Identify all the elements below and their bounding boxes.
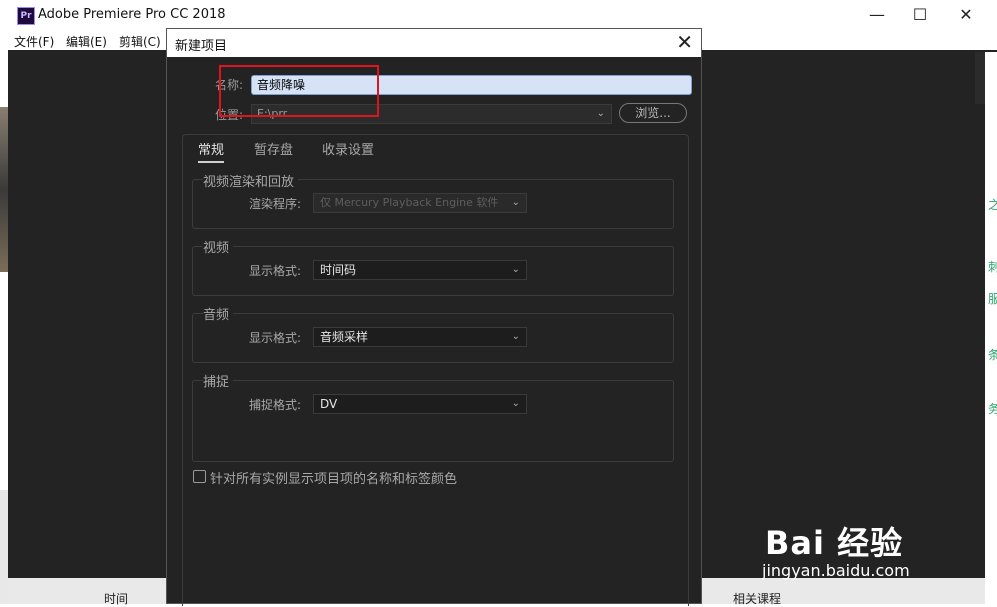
capture-group-title: 捕捉 bbox=[203, 371, 234, 390]
audio-group-title: 音频 bbox=[203, 304, 234, 323]
capture-group bbox=[192, 380, 674, 462]
background-bottom-text-2: 相关课程 bbox=[733, 592, 782, 606]
background-glyph-4: 条 bbox=[988, 348, 997, 362]
renderer-value: 仅 Mercury Playback Engine 软件 bbox=[320, 196, 499, 209]
background-glyph-2: 刺 bbox=[988, 260, 997, 274]
chevron-down-icon: ⌄ bbox=[511, 331, 520, 342]
background-panel-left bbox=[0, 490, 8, 604]
capture-format-value: DV bbox=[320, 397, 338, 411]
dialog-title: 新建项目 bbox=[175, 39, 228, 54]
background-bottom-text-1: 时间 bbox=[104, 592, 129, 606]
show-item-names-label: 针对所有实例显示项目项的名称和标签颜色 bbox=[210, 472, 458, 487]
chevron-down-icon: ⌄ bbox=[511, 398, 520, 409]
render-group-title: 视频渲染和回放 bbox=[203, 171, 299, 190]
app-title: Adobe Premiere Pro CC 2018 bbox=[38, 7, 226, 22]
background-thumbnail bbox=[0, 107, 8, 272]
chevron-down-icon: ⌄ bbox=[511, 264, 520, 275]
video-group-title: 视频 bbox=[203, 237, 234, 256]
video-display-format-label: 显示格式: bbox=[249, 264, 302, 278]
tab-scratch-disks[interactable]: 暂存盘 bbox=[254, 139, 293, 158]
background-glyph-5: 务 bbox=[988, 402, 997, 416]
background-glyph-1: 之 bbox=[988, 198, 997, 212]
capture-format-label: 捕捉格式: bbox=[249, 398, 302, 412]
tab-ingest-settings[interactable]: 收录设置 bbox=[322, 139, 374, 158]
renderer-label: 渲染程序: bbox=[249, 197, 302, 211]
menu-edit[interactable]: 编辑(E) bbox=[66, 33, 107, 50]
chevron-down-icon: ⌄ bbox=[596, 108, 605, 119]
close-window-button[interactable]: ✕ bbox=[943, 0, 989, 30]
tab-general[interactable]: 常规 bbox=[198, 139, 225, 163]
audio-display-format-label: 显示格式: bbox=[249, 331, 302, 345]
baidu-watermark-url: jingyan.baidu.com bbox=[762, 561, 910, 580]
show-item-names-checkbox[interactable] bbox=[193, 470, 206, 483]
renderer-select: 仅 Mercury Playback Engine 软件 ⌄ bbox=[313, 193, 527, 213]
baidu-watermark-logo: Bai 经验 bbox=[765, 524, 904, 562]
menu-clip[interactable]: 剪辑(C) bbox=[119, 33, 161, 50]
audio-display-format-select[interactable]: 音频采样 ⌄ bbox=[313, 327, 527, 347]
chevron-down-icon: ⌄ bbox=[511, 197, 520, 208]
app-titlebar: Pr Adobe Premiere Pro CC 2018 — ☐ ✕ bbox=[8, 0, 997, 30]
video-display-format-select[interactable]: 时间码 ⌄ bbox=[313, 260, 527, 280]
close-icon[interactable]: ✕ bbox=[676, 31, 693, 53]
menu-file[interactable]: 文件(F) bbox=[14, 33, 54, 50]
highlight-box bbox=[219, 65, 379, 117]
background-glyph-3: 服 bbox=[988, 292, 997, 306]
minimize-button[interactable]: — bbox=[854, 0, 900, 30]
premiere-app-icon: Pr bbox=[17, 7, 35, 25]
browse-button[interactable]: 浏览... bbox=[619, 103, 687, 123]
new-project-dialog: 新建项目 ✕ 名称: 音频降噪 位置: E:\prr ⌄ 浏览... 常规 暂存… bbox=[166, 28, 702, 606]
background-panel-right bbox=[985, 52, 997, 604]
dialog-titlebar: 新建项目 ✕ bbox=[167, 29, 701, 57]
video-display-format-value: 时间码 bbox=[320, 263, 357, 277]
capture-format-select[interactable]: DV ⌄ bbox=[313, 394, 527, 414]
audio-display-format-value: 音频采样 bbox=[320, 330, 369, 344]
maximize-button[interactable]: ☐ bbox=[897, 0, 943, 30]
